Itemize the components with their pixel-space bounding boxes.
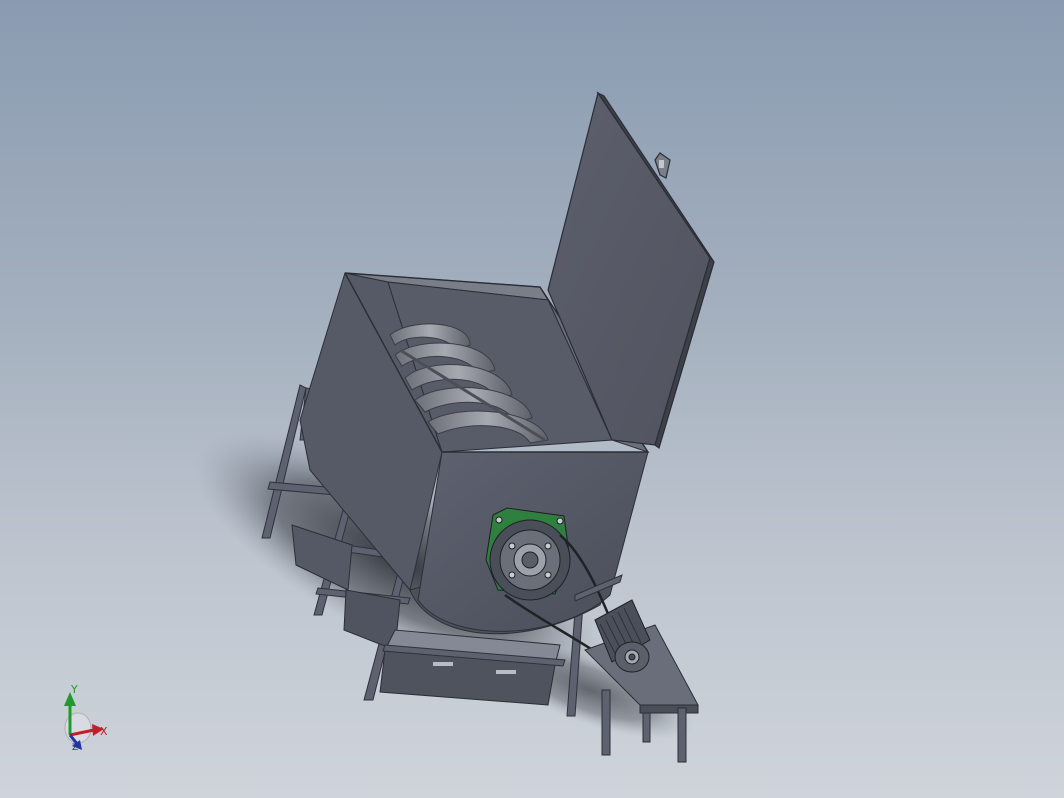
triad-graphic [64, 692, 104, 750]
x-axis-label: X [100, 725, 108, 738]
drive-bearing[interactable] [485, 507, 571, 601]
3d-model-view[interactable] [0, 0, 1064, 798]
y-axis-label: Y [71, 683, 78, 696]
graphics-viewport[interactable]: X Y Z [0, 0, 1064, 798]
z-axis-label: Z [72, 743, 79, 753]
orientation-triad[interactable]: X Y Z [50, 680, 120, 760]
